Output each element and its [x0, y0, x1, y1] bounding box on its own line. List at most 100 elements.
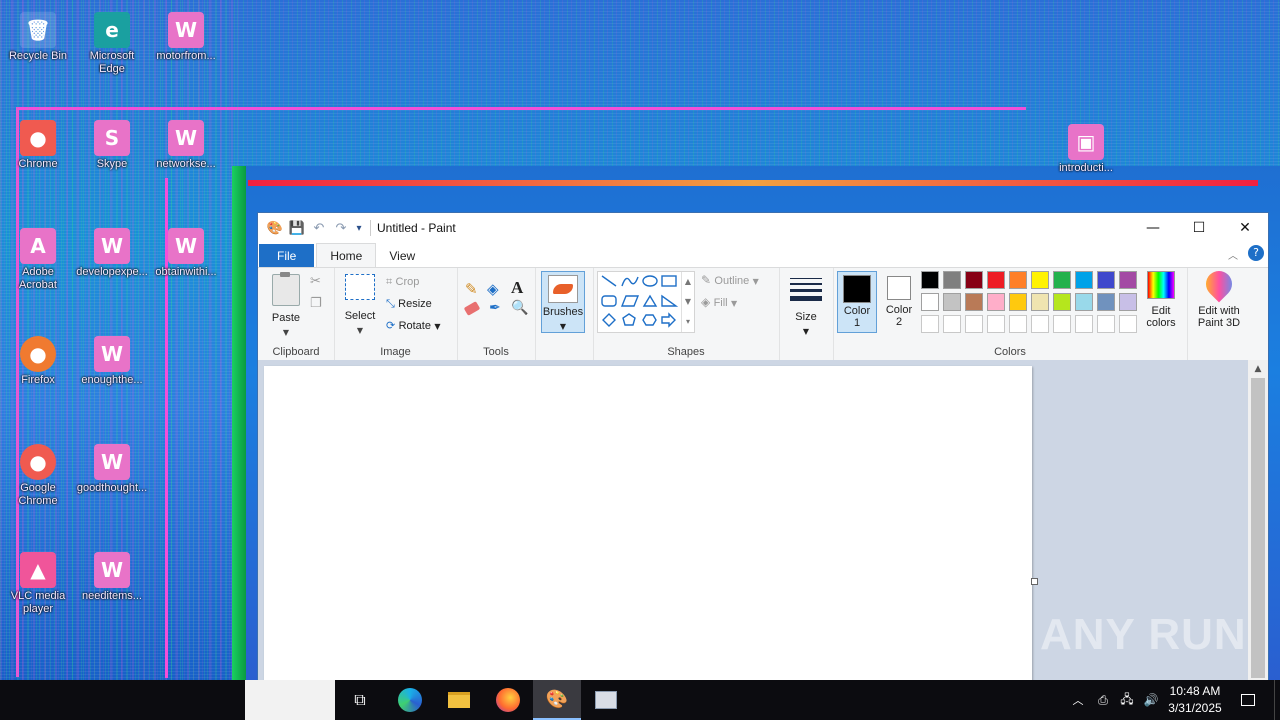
desktop-icon-recycle-bin[interactable]: 🗑 Recycle Bin	[2, 12, 74, 63]
save-icon[interactable]: 💾	[286, 217, 308, 239]
taskbar-paint-button[interactable]: 🎨	[533, 680, 581, 720]
palette-swatch[interactable]	[987, 315, 1005, 333]
tray-network-button[interactable]: 🖧	[1116, 680, 1138, 720]
palette-swatch[interactable]	[1053, 293, 1071, 311]
desktop-icon-document[interactable]: W motorfrom...	[150, 12, 222, 63]
pentagon-shape-icon[interactable]	[622, 313, 636, 326]
palette-swatch[interactable]	[1053, 315, 1071, 333]
desktop-icon-document[interactable]: W needitems...	[76, 552, 148, 603]
palette-swatch[interactable]	[943, 315, 961, 333]
palette-swatch[interactable]	[943, 271, 961, 289]
palette-swatch[interactable]	[1097, 315, 1115, 333]
rectangle-shape-icon[interactable]	[661, 275, 677, 287]
scrollbar-thumb[interactable]	[1251, 378, 1265, 678]
clock[interactable]: 10:48 AM 3/31/2025	[1162, 683, 1228, 717]
right-triangle-shape-icon[interactable]	[661, 294, 679, 307]
fill-bucket-icon[interactable]: ◈	[487, 280, 499, 298]
palette-swatch[interactable]	[965, 271, 983, 289]
taskbar-edge-button[interactable]	[390, 680, 430, 720]
rotate-button[interactable]: ⟳ Rotate ▼	[386, 318, 440, 332]
palette-swatch[interactable]	[965, 293, 983, 311]
taskbar-window-app-button[interactable]	[586, 680, 626, 720]
palette-swatch[interactable]	[987, 293, 1005, 311]
arrow-shape-icon[interactable]	[661, 312, 676, 328]
palette-swatch[interactable]	[1097, 293, 1115, 311]
color-picker-icon[interactable]: ✒	[489, 300, 501, 316]
palette-swatch[interactable]	[1119, 293, 1137, 311]
magnifier-icon[interactable]: 🔍	[511, 300, 528, 316]
action-center-button[interactable]	[1234, 680, 1262, 720]
pencil-icon[interactable]: ✎	[465, 280, 478, 298]
paste-button[interactable]: Paste ▼	[266, 272, 306, 338]
desktop-icon-document[interactable]: W goodthought...	[76, 444, 148, 495]
desktop-icon-document[interactable]: W enoughthe...	[76, 336, 148, 387]
show-hidden-icons-button[interactable]: ︿	[1068, 680, 1088, 720]
cut-icon[interactable]: ✂	[310, 274, 321, 289]
drawing-canvas[interactable]	[264, 366, 1032, 680]
palette-swatch[interactable]	[1119, 271, 1137, 289]
crop-button[interactable]: ⌗ Crop	[386, 274, 419, 289]
close-button[interactable]: ✕	[1222, 213, 1268, 243]
taskbar-firefox-button[interactable]	[488, 680, 528, 720]
help-icon[interactable]: ?	[1248, 245, 1264, 261]
paint-palette-icon[interactable]: 🎨	[264, 217, 286, 239]
palette-swatch[interactable]	[921, 293, 939, 311]
desktop-icon-vlc[interactable]: ▲ VLC media player	[2, 552, 74, 616]
vertical-scrollbar[interactable]: ▲	[1248, 360, 1268, 680]
resize-button[interactable]: ⤡ Resize	[386, 296, 432, 311]
curve-shape-icon[interactable]	[621, 276, 639, 287]
fill-button[interactable]: ◈ Fill ▼	[701, 295, 737, 309]
task-view-button[interactable]: ⧉	[340, 680, 380, 720]
chevron-down-icon[interactable]: ▾	[352, 217, 366, 239]
tab-view[interactable]: View	[376, 245, 428, 267]
palette-swatch[interactable]	[1009, 293, 1027, 311]
copy-icon[interactable]: ❐	[310, 296, 322, 311]
scroll-up-icon[interactable]: ▲	[1248, 364, 1268, 374]
undo-icon[interactable]: ↶	[308, 217, 330, 239]
desktop-icon-introduction[interactable]: ▣ introducti...	[1050, 124, 1122, 175]
shapes-scroll[interactable]: ▲ ▼ ▾	[681, 272, 694, 332]
size-button[interactable]: Size ▼	[787, 274, 825, 337]
desktop-icon-document[interactable]: W developexpe...	[76, 228, 148, 279]
tab-file[interactable]: File	[259, 244, 315, 267]
brushes-button[interactable]: Brushes ▼	[541, 271, 585, 333]
diamond-shape-icon[interactable]	[602, 313, 616, 327]
palette-swatch[interactable]	[1075, 293, 1093, 311]
hexagon-shape-icon[interactable]	[642, 314, 657, 326]
edit-with-paint3d-button[interactable]: Edit with Paint 3D	[1191, 265, 1247, 329]
palette-swatch[interactable]	[987, 271, 1005, 289]
taskbar-file-explorer-button[interactable]	[439, 680, 479, 720]
canvas-resize-handle[interactable]	[1031, 578, 1038, 585]
eraser-icon[interactable]	[463, 301, 481, 316]
select-button[interactable]: Select ▼	[342, 274, 378, 336]
expand-gallery-icon[interactable]: ▾	[686, 312, 690, 332]
text-icon[interactable]: A	[511, 278, 523, 298]
tray-volume-button[interactable]: 🔊	[1140, 680, 1162, 720]
palette-swatch[interactable]	[1119, 315, 1137, 333]
palette-swatch[interactable]	[1031, 315, 1049, 333]
scroll-down-icon[interactable]: ▼	[685, 292, 691, 312]
palette-swatch[interactable]	[943, 293, 961, 311]
desktop-icon-chrome[interactable]: ● Chrome	[2, 120, 74, 171]
palette-swatch[interactable]	[1031, 271, 1049, 289]
palette-swatch[interactable]	[921, 315, 939, 333]
desktop-icon-document[interactable]: W obtainwithi...	[150, 228, 222, 279]
desktop-icon-google-chrome[interactable]: ● Google Chrome	[2, 444, 74, 508]
tray-device-button[interactable]: ⎙	[1092, 680, 1114, 720]
palette-swatch[interactable]	[1075, 271, 1093, 289]
minimize-button[interactable]: —	[1130, 213, 1176, 243]
palette-swatch[interactable]	[1075, 315, 1093, 333]
desktop-icon-document[interactable]: W networkse...	[150, 120, 222, 171]
polygon-shape-icon[interactable]	[620, 295, 640, 307]
redo-icon[interactable]: ↷	[330, 217, 352, 239]
color2-button[interactable]: Color 2	[881, 271, 917, 333]
palette-swatch[interactable]	[1031, 293, 1049, 311]
search-box-area[interactable]	[245, 680, 335, 720]
outline-button[interactable]: ✎ Outline ▼	[701, 273, 759, 287]
palette-swatch[interactable]	[1053, 271, 1071, 289]
rounded-rectangle-shape-icon[interactable]	[601, 295, 617, 307]
tab-home[interactable]: Home	[316, 243, 377, 267]
scroll-up-icon[interactable]: ▲	[685, 272, 691, 292]
desktop-icon-firefox[interactable]: ● Firefox	[2, 336, 74, 387]
edit-colors-button[interactable]: Edit colors	[1139, 271, 1183, 329]
